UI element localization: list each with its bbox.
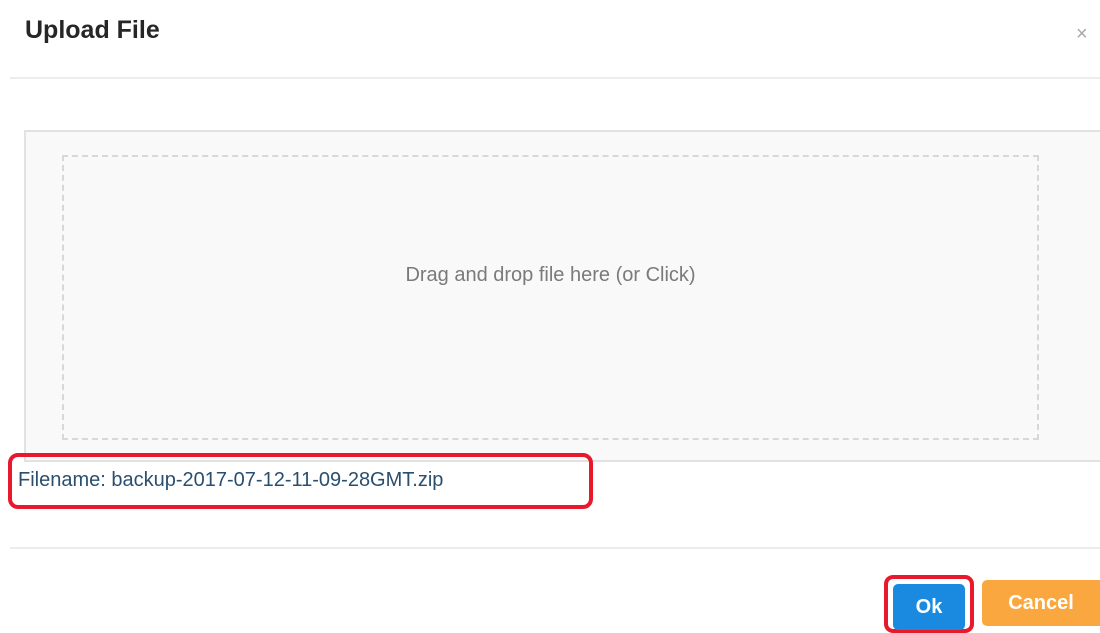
dropzone-dashed-area[interactable]: Drag and drop file here (or Click) xyxy=(62,155,1039,440)
dropzone-instructions: Drag and drop file here (or Click) xyxy=(405,264,696,286)
upload-file-dialog: Upload File × Drag and drop file here (o… xyxy=(0,0,1100,633)
ok-button[interactable]: Ok xyxy=(893,584,965,630)
footer-divider xyxy=(10,547,1100,549)
filename-label: Filename: backup-2017-07-12-11-09-28GMT.… xyxy=(18,469,444,491)
ok-button-highlight: Ok xyxy=(884,575,974,633)
filename-highlight: Filename: backup-2017-07-12-11-09-28GMT.… xyxy=(8,453,593,509)
file-dropzone[interactable]: Drag and drop file here (or Click) xyxy=(24,130,1100,462)
header-divider xyxy=(10,77,1100,79)
cancel-button[interactable]: Cancel xyxy=(982,580,1100,626)
close-icon[interactable]: × xyxy=(1076,24,1088,44)
dialog-header: Upload File × xyxy=(0,0,1100,77)
dialog-title: Upload File xyxy=(25,16,160,44)
